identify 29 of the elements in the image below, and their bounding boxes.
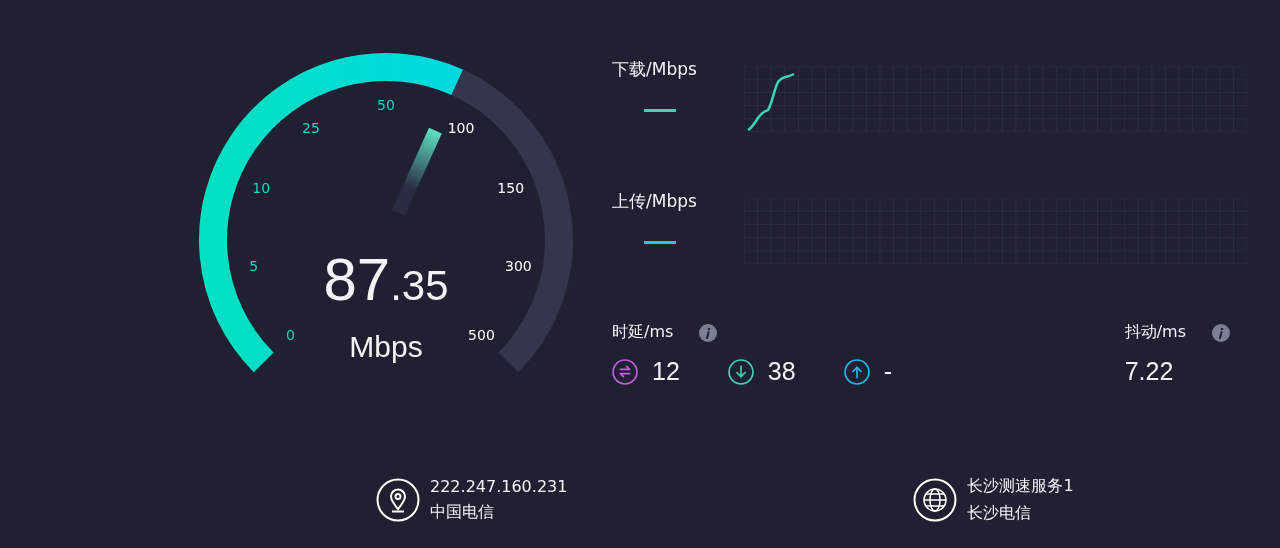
gauge-tick-label: 100: [447, 119, 475, 136]
jitter-value: 7.22: [1124, 357, 1175, 386]
server-name: 长沙测速服务1: [967, 476, 1074, 497]
server-isp: 长沙电信: [967, 503, 1033, 524]
gauge-tick-label: 500: [468, 327, 495, 344]
info-icon[interactable]: [1212, 323, 1230, 342]
gauge-tick-label: 50: [377, 97, 395, 113]
latency-value: 12: [652, 357, 680, 386]
client-isp: 中国电信: [430, 502, 495, 523]
gauge-tick-label: 0: [286, 327, 295, 344]
latency-value: 38: [767, 357, 796, 386]
latency-label: 时延/ms: [612, 322, 674, 343]
gauge-tick-label: 25: [302, 119, 320, 136]
swap-arrows-icon: [612, 358, 638, 385]
gauge-tick-label: 150: [497, 180, 525, 197]
latency-value: -: [883, 357, 892, 386]
speed-value: 87.35: [323, 250, 449, 310]
location-pin-icon: [376, 478, 420, 522]
globe-icon: [913, 478, 958, 522]
info-icon[interactable]: [699, 323, 718, 342]
chart-label: 上传/Mbps: [612, 190, 698, 213]
gauge-tick-label: 5: [249, 258, 259, 275]
ip-address: 222.247.160.231: [430, 477, 568, 496]
speed-unit: Mbps: [349, 330, 423, 364]
speed-line: [747, 72, 795, 132]
jitter-label: 抖动/ms: [1124, 322, 1186, 343]
gauge-tick-label: 10: [252, 180, 271, 197]
chart-label: 下载/Mbps: [612, 58, 698, 81]
gauge-tick-label: 300: [505, 258, 532, 275]
